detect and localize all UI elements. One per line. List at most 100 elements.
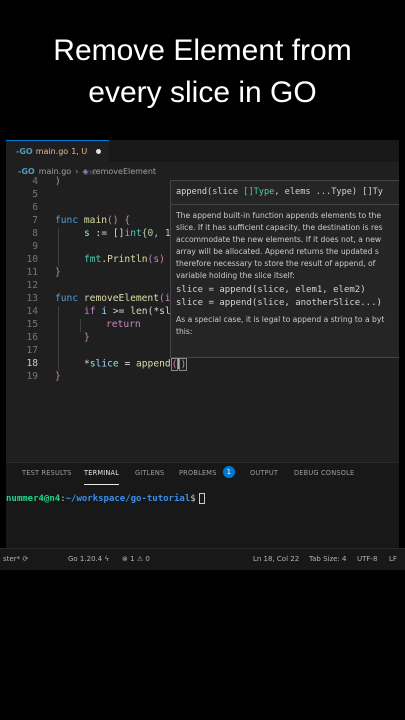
code-token: (i [158,293,171,304]
error-icon: ⊗ [122,555,128,563]
tab-main-go[interactable]: -GO main.go 1, U [6,140,110,162]
code-token: >= [107,306,131,317]
encoding[interactable]: UTF-8 [357,555,377,563]
doc-line: accommodate the new elements. If it does… [176,235,382,244]
line-number: 7 [32,215,38,226]
tab-gitlens[interactable]: GITLENS [135,469,164,485]
video-caption: Remove Element from every slice in GO [0,30,405,114]
code-line-8: s := []int{0, 1, [84,228,176,239]
code-token: fmt [84,254,102,265]
code-token: = [118,358,136,370]
code-line-11: } [55,267,61,278]
code-line-14: if i >= len(*slic [84,306,182,317]
code-token: func [55,215,79,226]
line-number: 12 [26,280,38,291]
code-line-13: func removeElement(i [55,293,171,304]
code-token: if [84,306,96,317]
doc-line: this: [176,327,193,336]
line-number: 5 [32,189,38,200]
code-token: main [83,215,107,226]
editor-tab-bar: -GO main.go 1, U [6,140,399,162]
code-line-19: } [55,371,61,382]
sig-rest: , elems ...Type) []Ty [274,187,383,197]
doc-line: As a special case, it is legal to append… [176,315,385,324]
tab-size[interactable]: Tab Size: 4 [309,555,346,563]
code-token: ( [170,357,179,371]
line-number: 13 [26,293,38,304]
terminal-prompt[interactable]: nummer4@n4: ~/workspace/go-tutorial $ [6,493,205,504]
tab-output[interactable]: OUTPUT [250,469,278,485]
sig-fn: append( [176,187,213,197]
go-file-icon: -GO [16,147,33,156]
problems-status[interactable]: ⊗ 1 ⚠ 0 [122,555,150,563]
code-token: Println [107,254,148,265]
caption-line-2: every slice in GO [88,76,317,109]
code-token: append [136,358,171,370]
vscode-editor-window: -GO main.go 1, U -GO main.go › ◈ removeE… [6,140,399,566]
terminal-cursor [198,493,205,504]
doc-line: The append built-in function appends ele… [176,211,382,220]
code-token: return [106,319,141,330]
warning-icon: ⚠ [136,555,144,563]
panel-tabs: TEST RESULTS TERMINAL GITLENS PROBLEMS 1… [6,463,399,485]
line-number: 10 [26,254,38,265]
end-of-line[interactable]: LF [389,555,397,563]
code-token: removeElement [83,293,159,304]
code-line-15: return [106,319,141,330]
code-token: (s) [147,254,165,265]
terminal-prompt-symbol: $ [190,493,196,504]
ghost-text: TMT [86,170,97,177]
code-token: int [124,228,142,239]
code-line-18: *slice = append() [84,357,188,371]
breadcrumb-file[interactable]: main.go [39,167,72,176]
doc-line: slice. If it has sufficient capacity, th… [176,223,383,232]
line-number-active: 18 [26,358,38,369]
code-token: len [130,306,148,317]
closing-paren: ) [179,357,188,371]
line-number: 16 [26,332,38,343]
tab-status: 1, U [71,147,88,156]
doc-line: therefore necessary to store the result … [176,259,376,268]
go-version: Go 1.20.4 [68,555,103,563]
line-number: 15 [26,319,38,330]
line-number: 17 [26,345,38,356]
terminal-path: ~/workspace/go-tutorial [65,493,191,504]
code-line-16: } [84,332,90,343]
lightning-icon: ϟ [104,555,110,563]
sig-type: []Type [243,187,275,197]
terminal-user: nummer4@n4 [6,493,61,504]
warning-count: 0 [145,555,150,563]
line-number: 19 [26,371,38,382]
code-token: := [] [89,228,125,239]
branch-name: ster* [3,555,21,563]
unsaved-dot-icon[interactable] [96,149,102,154]
go-version-status[interactable]: Go 1.20.4 ϟ [68,555,109,563]
line-number: 4 [32,176,38,187]
tab-terminal[interactable]: TERMINAL [84,469,120,485]
cursor-position[interactable]: Ln 18, Col 22 [253,555,299,563]
chevron-right-icon: › [75,166,79,176]
sig-param: slice [212,187,239,197]
breadcrumb-symbol[interactable]: removeElement [93,167,157,176]
line-number: 9 [32,241,38,252]
error-count: 1 [130,555,135,563]
tab-debug-console[interactable]: DEBUG CONSOLE [294,469,354,485]
indent-guide [58,228,59,267]
line-number: 11 [26,267,38,278]
sync-icon: ⟳ [22,555,29,563]
problems-count-badge: 1 [223,466,235,478]
code-line-10: fmt.Println(s) [84,254,165,265]
code-token: } [55,371,61,382]
line-number: 8 [32,228,38,239]
tab-problems[interactable]: PROBLEMS [179,469,217,485]
doc-example: slice = append(slice, anotherSlice...) [176,298,382,308]
go-file-icon: -GO [18,166,35,176]
doc-line: variable holding the slice itself: [176,271,295,280]
indent-guide [58,306,59,371]
tab-test-results[interactable]: TEST RESULTS [22,469,72,485]
code-token: func [55,293,79,304]
branch-status[interactable]: ster* ⟳ [3,555,28,563]
hover-documentation-popup[interactable]: append(slice []Type, elems ...Type) []Ty… [170,180,399,358]
code-token: } [84,332,90,343]
line-number: 6 [32,202,38,213]
